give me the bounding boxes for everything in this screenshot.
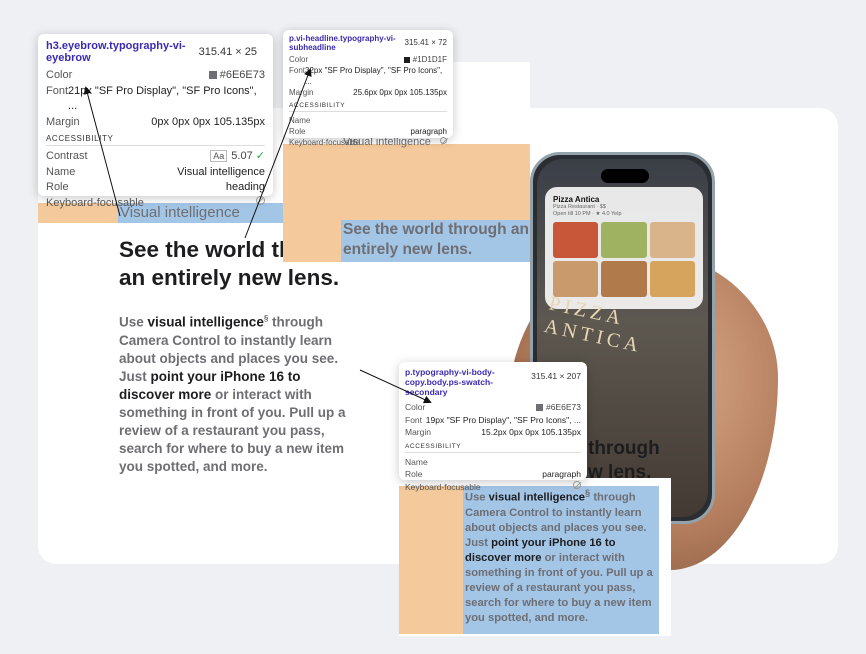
annotation-arrows (83, 68, 432, 404)
arrow-headline (244, 68, 312, 239)
arrow-body (359, 369, 432, 404)
arrow-eyebrow (83, 86, 121, 217)
